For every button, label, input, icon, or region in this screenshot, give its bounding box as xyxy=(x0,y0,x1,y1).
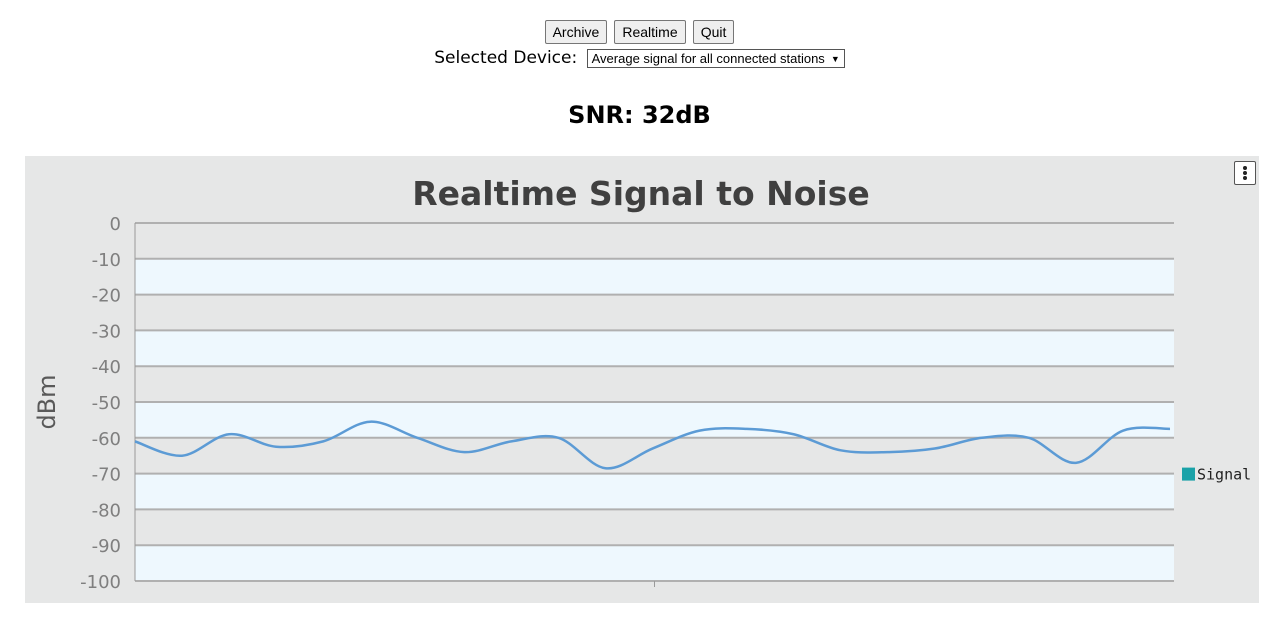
y-tick-label: -90 xyxy=(92,536,121,557)
y-tick-label: -100 xyxy=(80,572,121,593)
chart-title: Realtime Signal to Noise xyxy=(412,174,870,213)
y-tick-label: -50 xyxy=(92,393,121,414)
signal-chart: Realtime Signal to Noise 0 -10 -20 -30 -40 -5… xyxy=(33,174,1251,593)
y-tick-label: -10 xyxy=(92,250,121,271)
y-axis-label: dBm xyxy=(33,374,61,429)
grid-band xyxy=(135,545,1174,581)
y-tick-label: -40 xyxy=(92,357,121,378)
grid-band xyxy=(135,473,1174,510)
y-tick-label: -70 xyxy=(92,465,121,486)
vertical-dots-icon xyxy=(1243,166,1247,180)
grid-band xyxy=(135,402,1174,438)
y-tick-label: -20 xyxy=(92,286,121,307)
legend-label: Signal xyxy=(1197,466,1251,484)
legend-swatch xyxy=(1182,467,1195,481)
grid-band xyxy=(135,258,1174,295)
grid-band xyxy=(135,330,1174,367)
y-tick-label: 0 xyxy=(110,214,121,235)
chart-menu-button[interactable] xyxy=(1234,161,1256,185)
y-tick-label: -30 xyxy=(92,321,121,342)
y-tick-label: -80 xyxy=(92,500,121,521)
y-tick-label: -60 xyxy=(92,429,121,450)
